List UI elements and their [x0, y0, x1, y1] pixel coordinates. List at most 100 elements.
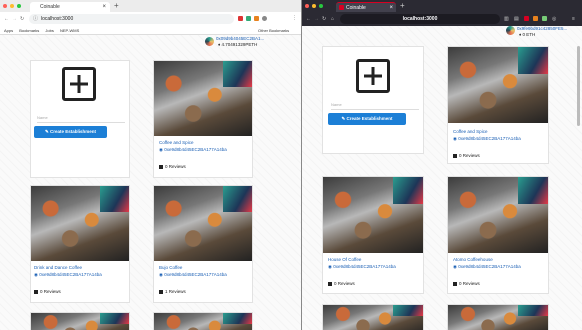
- close-window-dot[interactable]: [305, 4, 309, 8]
- extension-icon[interactable]: [542, 16, 547, 21]
- bookmarks-bar: Apps Bookmarks Jobs NEP-WMS Other Bookma…: [0, 26, 302, 35]
- establishment-photo: [31, 186, 129, 261]
- review-value: 0 Reviews: [459, 153, 480, 158]
- establishment-name[interactable]: House Of Coffee: [328, 257, 361, 262]
- sidebar-icon[interactable]: ▤: [514, 16, 519, 22]
- account-balance: ♦ 4.70491329PETH: [218, 42, 257, 47]
- establishment-card[interactable]: Coffee and Spice ◉ 0xe9d8b4d45EC2BA177A1…: [447, 46, 549, 164]
- account-address: 0x9fe9bd91c42850FE5...: [517, 26, 568, 31]
- bookmark-nep-wms[interactable]: NEP-WMS: [60, 28, 79, 33]
- establishment-photo: [154, 313, 252, 330]
- back-icon[interactable]: ←: [306, 16, 311, 22]
- establishment-card[interactable]: House Of Coffee ◉ 0xe9d8b4d45EC2BA177A14…: [322, 176, 424, 294]
- home-icon[interactable]: ⌂: [331, 16, 334, 22]
- close-tab-icon[interactable]: ×: [102, 2, 106, 12]
- account-avatar: [506, 26, 515, 35]
- balance-value: 0 ETH: [522, 32, 536, 37]
- establishment-photo: [448, 305, 548, 330]
- account-icon[interactable]: ◎: [552, 16, 556, 22]
- scrollbar-thumb[interactable]: [577, 46, 580, 126]
- back-icon[interactable]: ←: [4, 16, 9, 22]
- establishment-card[interactable]: Coffee and Spice ◉ 0xe9d8b4d45EC2BA177A1…: [153, 60, 253, 178]
- info-icon: ⓘ: [33, 16, 39, 22]
- owner-address[interactable]: ◉ 0xe9d8b4d45EC2BA177A14ba: [159, 272, 227, 278]
- review-value: 0 Reviews: [40, 289, 61, 294]
- review-icon: [159, 289, 163, 294]
- chrome-window: Coinable × + ← → ↻ ⓘ localhost:3000 ⋮ Ap…: [0, 0, 302, 330]
- menu-icon[interactable]: ⋮: [292, 15, 297, 21]
- address-bar[interactable]: ⓘ localhost:3000: [29, 14, 234, 24]
- bookmark-jobs[interactable]: Jobs: [45, 28, 53, 33]
- review-count: 0 Reviews: [453, 153, 480, 158]
- establishment-name[interactable]: Coffee and Spice: [453, 129, 487, 134]
- owner-address[interactable]: ◉ 0xe9d8b4d45EC2BA177A14ba: [328, 264, 396, 270]
- owner-address[interactable]: ◉ 0xe9d8b4d45EC2BA177A14ba: [34, 272, 102, 278]
- establishment-card[interactable]: Atomo Coffeehouse ◉ 0xe9d8b4d45EC2BA177A…: [447, 176, 549, 294]
- establishment-card[interactable]: Bujo Coffee ◉ 0xe9d8b4d45EC2BA177A14ba 1…: [153, 185, 253, 303]
- create-establishment-button[interactable]: ✎ Create Establishment: [34, 126, 107, 138]
- bookmark-apps[interactable]: Apps: [4, 28, 13, 33]
- new-tab-icon[interactable]: +: [400, 1, 405, 10]
- forward-icon[interactable]: →: [12, 16, 17, 22]
- name-input[interactable]: Name: [331, 102, 419, 110]
- reload-icon[interactable]: ↻: [20, 16, 24, 22]
- account-balance: ♦ 0 ETH: [519, 32, 535, 37]
- library-icon[interactable]: ▥: [504, 16, 509, 22]
- extension-icon[interactable]: [238, 16, 243, 21]
- owner-address[interactable]: ◉ 0xe9d8b4d45EC2BA177A14ba: [453, 136, 521, 142]
- owner-address[interactable]: ◉ 0xe9d8b4d45EC2BA177A14ba: [159, 147, 227, 153]
- establishment-card[interactable]: [30, 312, 130, 330]
- new-tab-icon[interactable]: +: [114, 1, 119, 10]
- address-bar[interactable]: localhost:3000: [340, 14, 500, 24]
- tab-coinable[interactable]: Coinable ×: [30, 2, 110, 12]
- button-label: Create Establishment: [346, 116, 393, 121]
- close-tab-icon[interactable]: ×: [389, 3, 393, 13]
- review-icon: [453, 153, 457, 158]
- name-input[interactable]: Name: [37, 115, 125, 123]
- balance-value: 4.70491329PETH: [221, 42, 258, 47]
- menu-icon[interactable]: ≡: [572, 16, 575, 22]
- firefox-window: Coinable × + ← → ↻ ⌂ localhost:3000 ▥ ▤ …: [302, 0, 582, 330]
- maximize-window-dot[interactable]: [17, 4, 21, 8]
- account-avatar: [205, 37, 214, 46]
- review-value: 0 Reviews: [459, 281, 480, 286]
- review-icon: [453, 281, 457, 286]
- metamask-icon[interactable]: [254, 16, 259, 21]
- create-establishment-button[interactable]: ✎ Create Establishment: [328, 113, 406, 125]
- minimize-window-dot[interactable]: [10, 4, 14, 8]
- bookmark-bookmarks[interactable]: Bookmarks: [19, 28, 39, 33]
- owner-value: 0xe9d8b4d45EC2BA177A14ba: [333, 264, 396, 269]
- establishment-name[interactable]: Bujo Coffee: [159, 265, 182, 270]
- review-value: 0 Reviews: [334, 281, 355, 286]
- establishment-card[interactable]: [153, 312, 253, 330]
- establishment-name[interactable]: Coffee and Spice: [159, 140, 193, 145]
- establishment-name[interactable]: Atomo Coffeehouse: [453, 257, 493, 262]
- reload-icon[interactable]: ↻: [322, 16, 326, 22]
- metamask-icon[interactable]: [533, 16, 538, 21]
- profile-icon[interactable]: [262, 16, 267, 21]
- extension-icon[interactable]: [246, 16, 251, 21]
- bookmark-other[interactable]: Other Bookmarks: [258, 26, 289, 34]
- maximize-window-dot[interactable]: [319, 4, 323, 8]
- establishment-card[interactable]: [322, 304, 424, 330]
- close-window-dot[interactable]: [3, 4, 7, 8]
- owner-address[interactable]: ◉ 0xe9d8b4d45EC2BA177A14ba: [453, 264, 521, 270]
- establishment-photo: [448, 47, 548, 123]
- button-label: Create Establishment: [50, 129, 97, 134]
- tab-title: Coinable: [40, 4, 60, 10]
- favicon-icon: [339, 5, 344, 10]
- tab-coinable[interactable]: Coinable ×: [336, 2, 396, 12]
- add-icon: [356, 59, 390, 93]
- establishment-card[interactable]: Drink and Dance Coffee ◉ 0xe9d8b4d45EC2B…: [30, 185, 130, 303]
- establishment-photo: [154, 186, 252, 261]
- establishment-photo: [154, 61, 252, 136]
- minimize-window-dot[interactable]: [312, 4, 316, 8]
- extension-icon[interactable]: [524, 16, 529, 21]
- establishment-card[interactable]: [447, 304, 549, 330]
- review-icon: [328, 281, 332, 286]
- tab-title: Coinable: [346, 5, 366, 11]
- establishment-photo: [323, 305, 423, 330]
- forward-icon[interactable]: →: [314, 16, 319, 22]
- account-address: 0x09d9b4045EC2BA1...: [216, 36, 265, 41]
- establishment-name[interactable]: Drink and Dance Coffee: [34, 265, 82, 270]
